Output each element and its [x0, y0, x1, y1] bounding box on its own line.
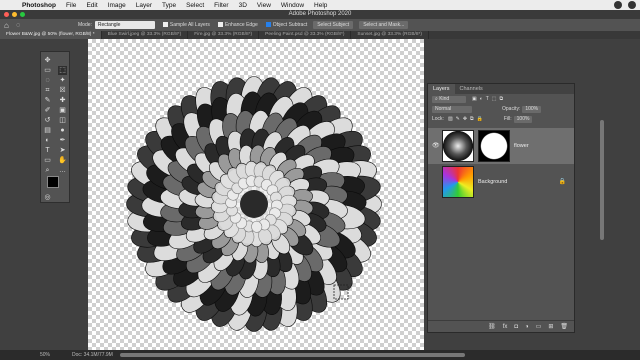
menu-edit[interactable]: Edit [86, 2, 97, 9]
horizontal-scrollbar[interactable] [120, 353, 465, 357]
move-tool-icon[interactable]: ✥ [43, 56, 52, 65]
close-window-button[interactable] [4, 12, 9, 17]
object-selection-tool-icon[interactable]: ⬚ [58, 66, 67, 75]
menu-type[interactable]: Type [162, 2, 176, 9]
home-icon[interactable]: ⌂ [4, 21, 9, 30]
eraser-icon[interactable]: ◫ [58, 116, 67, 125]
crop-tool-icon[interactable]: ⌗ [43, 86, 52, 95]
layer-thumbnail [442, 166, 474, 198]
select-and-mask-button[interactable]: Select and Mask... [359, 21, 409, 29]
opacity-input[interactable]: 100% [522, 105, 542, 113]
zoom-window-button[interactable] [20, 12, 25, 17]
hand-tool-icon[interactable]: ✋ [58, 156, 67, 165]
add-mask-icon[interactable]: ◘ [514, 324, 518, 330]
menu-select[interactable]: Select [186, 2, 204, 9]
layer-name[interactable]: flower [514, 143, 529, 149]
menu-bar: Photoshop File Edit Image Layer Type Sel… [0, 0, 640, 10]
pen-tool-icon[interactable]: ✒ [58, 136, 67, 145]
frame-tool-icon[interactable]: ☒ [58, 86, 67, 95]
vertical-scrollbar[interactable] [600, 120, 604, 240]
dodge-tool-icon[interactable]: ◐ [43, 136, 52, 145]
enhance-edge-checkbox[interactable]: Enhance Edge [217, 22, 258, 28]
new-group-icon[interactable]: ▭ [536, 323, 542, 330]
sample-all-checkbox[interactable]: Sample All Layers [162, 22, 210, 28]
healing-brush-icon[interactable]: ✚ [58, 96, 67, 105]
menu-layer[interactable]: Layer [136, 2, 152, 9]
menu-view[interactable]: View [257, 2, 271, 9]
magic-wand-icon[interactable]: ✦ [58, 76, 67, 85]
layer-thumbnail [442, 130, 474, 162]
menu-filter[interactable]: Filter [214, 2, 228, 9]
menu-help[interactable]: Help [314, 2, 327, 9]
layer-filter-select[interactable]: ⌕ Kind [432, 95, 466, 103]
select-subject-button[interactable]: Select Subject [313, 21, 354, 29]
lock-icon: 🔒 [558, 179, 566, 185]
path-selection-icon[interactable]: ➤ [58, 146, 67, 155]
lasso-tool-icon[interactable]: ◌ [43, 76, 52, 85]
eye-icon[interactable]: 👁 [432, 142, 440, 149]
tab-sunset[interactable]: Sunset.jpg @ 33.3% (RGB/8*) [351, 31, 430, 39]
tab-flower[interactable]: Flower B&W.jpg @ 50% (flower, RGB/8) * [0, 31, 102, 39]
layer-mask-thumbnail[interactable] [478, 130, 510, 162]
adjustment-layer-icon[interactable]: ◑ [525, 324, 529, 330]
layers-panel: Layers Channels ⌕ Kind ▣◐T⬚⧉ Normal Opac… [427, 83, 575, 333]
opacity-label: Opacity: [502, 106, 521, 112]
mode-select[interactable]: Rectangle [94, 21, 155, 29]
document-tabs: Flower B&W.jpg @ 50% (flower, RGB/8) * B… [0, 31, 640, 39]
doc-size: Doc: 34.1M/77.9M [72, 352, 113, 358]
gradient-tool-icon[interactable]: ▤ [43, 126, 52, 135]
tab-channels[interactable]: Channels [455, 84, 488, 94]
menu-window[interactable]: Window [281, 2, 304, 9]
lock-label: Lock: [432, 116, 444, 122]
tab-peeling-paint[interactable]: Peeling Paint.psd @ 33.3% (RGB/8*) [259, 31, 352, 39]
window-titlebar: Adobe Photoshop 2020 [0, 10, 640, 19]
document-canvas[interactable] [88, 39, 424, 350]
new-layer-icon[interactable]: ⊞ [548, 323, 553, 330]
fx-icon[interactable]: fx [503, 324, 508, 330]
menu-app[interactable]: Photoshop [22, 2, 56, 9]
layer-flower[interactable]: 👁 flower [428, 128, 574, 164]
menu-file[interactable]: File [66, 2, 76, 9]
brush-tool-icon[interactable]: ✐ [43, 106, 52, 115]
fill-input[interactable]: 100% [513, 115, 533, 123]
layer-name[interactable]: Background [478, 179, 507, 185]
window-title: Adobe Photoshop 2020 [288, 11, 352, 17]
marquee-tool-icon[interactable]: ▭ [43, 66, 52, 75]
menu-3d[interactable]: 3D [239, 2, 247, 9]
filter-icons[interactable]: ▣◐T⬚⧉ [472, 96, 506, 102]
foreground-color-swatch[interactable] [47, 176, 59, 188]
link-layers-icon[interactable]: ⛓ [488, 323, 496, 330]
options-bar: ⌂ ◌ Mode: Rectangle Sample All Layers En… [0, 19, 640, 31]
tab-blue-swirl[interactable]: Blue Swirl.jpeg @ 33.3% (RGB/8*) [102, 31, 189, 39]
lock-icons[interactable]: ▨✎✥⧉🔒 [448, 116, 486, 122]
blend-mode-select[interactable]: Normal [432, 105, 472, 113]
tab-fire[interactable]: Fire.jpg @ 33.3% (RGB/8*) [188, 31, 260, 39]
minimize-window-button[interactable] [12, 12, 17, 17]
history-brush-icon[interactable]: ↺ [43, 116, 52, 125]
stamp-tool-icon[interactable]: ▣ [58, 106, 67, 115]
mode-label: Mode: [78, 22, 92, 28]
control-center-icon[interactable] [628, 1, 636, 9]
lasso-tool-preset-icon[interactable]: ◌ [16, 22, 20, 29]
fill-label: Fill: [503, 116, 512, 122]
quick-mask-icon[interactable]: ◎ [43, 193, 52, 202]
object-subtract-checkbox[interactable]: Object Subtract [265, 22, 307, 28]
zoom-tool-icon[interactable]: ⌕ [43, 166, 52, 175]
blur-tool-icon[interactable]: ● [58, 126, 67, 135]
tab-layers[interactable]: Layers [428, 84, 455, 94]
eyedropper-icon[interactable]: ✎ [43, 96, 52, 105]
menu-image[interactable]: Image [108, 2, 126, 9]
trash-icon[interactable]: 🗑 [560, 323, 568, 330]
type-tool-icon[interactable]: T [43, 146, 52, 155]
flower-image [126, 76, 382, 332]
shape-tool-icon[interactable]: ▭ [43, 156, 52, 165]
more-tools-icon[interactable]: … [58, 166, 67, 175]
tools-panel: ✥ ⬚ ▭ ◌ ✦ ⌗ ☒ ✎ ✚ ✐ ▣ ↺ ◫ ▤ ● ◐ ✒ T ➤ ▭ … [40, 51, 70, 203]
layer-background[interactable]: Background 🔒 [428, 164, 574, 200]
status-icon[interactable] [614, 1, 622, 9]
zoom-level[interactable]: 50% [40, 350, 50, 360]
